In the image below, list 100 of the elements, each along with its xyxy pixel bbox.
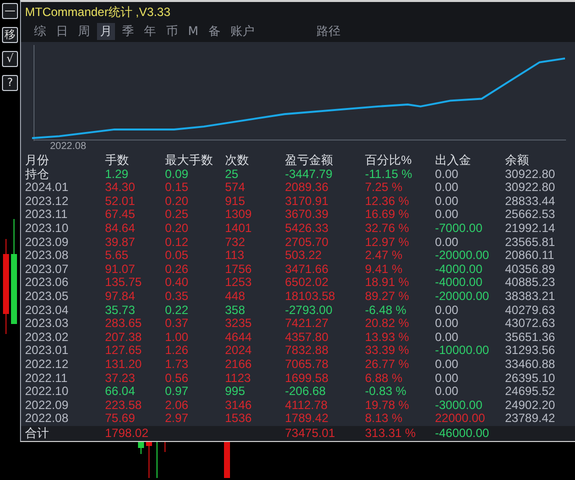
side-button[interactable]: 移 xyxy=(2,27,18,43)
count-cell-text: 113 xyxy=(225,249,246,263)
lots-cell-text: 135.75 xyxy=(105,276,143,290)
count-cell-text: 1756 xyxy=(225,262,253,276)
percent-cell-text: 16.69 % xyxy=(365,208,410,222)
lots-cell-text: 97.84 xyxy=(105,290,136,304)
period-tab[interactable]: 周 xyxy=(75,23,93,40)
percent-cell-text: 18.91 % xyxy=(365,276,410,290)
lots-cell-text: 223.58 xyxy=(105,398,143,412)
lots-cell-text: 84.64 xyxy=(105,222,136,236)
profit-cell-text: 2705.70 xyxy=(285,236,330,250)
period-tab[interactable]: 账户 xyxy=(227,23,258,40)
profit-cell-text: 7065.78 xyxy=(285,358,330,372)
column-header: 最大手数 xyxy=(165,154,214,168)
balance-cell-text: 24902.20 xyxy=(505,398,556,412)
balance-cell-text: 40356.89 xyxy=(505,262,556,276)
count-cell-text: 1253 xyxy=(225,276,253,290)
lots-cell-text: 39.87 xyxy=(105,236,136,250)
count-cell-text: 4644 xyxy=(225,330,253,344)
month-cell-text: 2023.11 xyxy=(25,208,68,222)
period-tab[interactable]: 季 xyxy=(119,23,137,40)
month-cell-text: 2023.07 xyxy=(25,262,70,276)
balance-cell-text: 21992.14 xyxy=(505,222,556,236)
max-lots-cell-text: 0.56 xyxy=(165,372,190,386)
deposit-cell-text: -3000.00 xyxy=(435,398,484,412)
profit-cell-text: 1789.42 xyxy=(285,412,330,426)
max-lots-cell-text: 1.00 xyxy=(165,330,190,344)
lots-cell-text: 52.01 xyxy=(105,194,136,208)
side-button[interactable]: ? xyxy=(2,75,18,91)
percent-cell-text: 6.88 % xyxy=(365,372,404,386)
period-tab[interactable]: 备 xyxy=(205,23,224,40)
count-cell-text: 3235 xyxy=(225,317,253,331)
balance-cell-text: 40279.63 xyxy=(505,304,556,318)
month-cell-text: 2023.08 xyxy=(25,249,70,263)
month-cell-text: 2023.01 xyxy=(25,344,70,358)
profit-cell-text: 503.22 xyxy=(285,249,323,263)
period-tab[interactable]: 月 xyxy=(97,23,115,40)
profit-cell-text: 7421.27 xyxy=(285,317,330,331)
count-cell-text: 2166 xyxy=(225,358,253,372)
deposit-cell-text: -10000.00 xyxy=(435,344,490,358)
column-header: 余额 xyxy=(505,154,530,168)
max-lots-cell-text: 0.05 xyxy=(165,249,190,263)
count-cell-text: 448 xyxy=(225,290,246,304)
max-lots-cell-text: 1.73 xyxy=(165,358,190,372)
balance-cell-text: 30922.80 xyxy=(505,181,556,195)
profit-cell-text: -2793.00 xyxy=(285,304,334,318)
lots-cell-text: 1.29 xyxy=(105,168,130,182)
side-button[interactable]: — xyxy=(2,3,18,19)
max-lots-cell-text: 0.09 xyxy=(165,168,190,182)
month-cell-text: 2022.08 xyxy=(25,412,70,426)
balance-cell-text: 38383.21 xyxy=(505,290,556,304)
profit-cell-text: 18103.58 xyxy=(285,290,336,304)
percent-cell-text: -0.83 % xyxy=(365,385,408,399)
period-tab[interactable]: 路径 xyxy=(313,23,344,40)
period-tab[interactable]: M xyxy=(185,23,202,40)
month-cell-text: 2023.04 xyxy=(25,304,70,318)
period-tab[interactable]: 币 xyxy=(163,23,181,40)
balance-cell-text: 23565.81 xyxy=(505,236,556,250)
lots-cell-text: 5.65 xyxy=(105,249,130,263)
deposit-cell-text: -4000.00 xyxy=(435,276,484,290)
percent-cell-text: 13.93 % xyxy=(365,330,410,344)
period-tab[interactable]: 综 xyxy=(31,23,49,40)
lots-cell-text: 34.30 xyxy=(105,181,136,195)
max-lots-cell-text: 1.26 xyxy=(165,344,190,358)
lots-cell-text: 75.69 xyxy=(105,412,136,426)
max-lots-cell-text: 0.35 xyxy=(165,290,190,304)
month-cell-text: 2023.02 xyxy=(25,330,70,344)
deposit-cell-text: -20000.00 xyxy=(435,290,490,304)
percent-cell-text: 313.31 % xyxy=(365,426,417,441)
profit-cell-text: 73475.01 xyxy=(285,426,336,441)
balance-cell-text: 31293.56 xyxy=(505,344,556,358)
month-cell-text: 2023.03 xyxy=(25,317,70,331)
profit-cell-text: 7832.88 xyxy=(285,344,330,358)
percent-cell-text: 20.82 % xyxy=(365,317,410,331)
lots-cell-text: 283.65 xyxy=(105,317,143,331)
deposit-cell-text: 0.00 xyxy=(435,317,460,331)
side-button[interactable]: √ xyxy=(2,51,18,67)
profit-cell-text: 2089.36 xyxy=(285,181,330,195)
profit-cell-text: 4357.80 xyxy=(285,330,330,344)
count-cell-text: 574 xyxy=(225,181,246,195)
balance-cell-text: 30922.80 xyxy=(505,168,556,182)
period-tab[interactable]: 年 xyxy=(141,23,159,40)
lots-cell-text: 37.23 xyxy=(105,372,136,386)
deposit-cell-text: 0.00 xyxy=(435,330,460,344)
column-header: 手数 xyxy=(105,154,130,168)
percent-cell-text: 12.97 % xyxy=(365,236,410,250)
deposit-cell-text: 0.00 xyxy=(435,236,460,250)
deposit-cell-text: 0.00 xyxy=(435,304,460,318)
percent-cell-text: 32.76 % xyxy=(365,222,410,236)
balance-cell-text: 24695.52 xyxy=(505,385,556,399)
column-header: 盈亏金额 xyxy=(285,154,334,168)
deposit-cell-text: 0.00 xyxy=(435,372,460,386)
count-cell-text: 1309 xyxy=(225,208,253,222)
month-cell-text: 2023.06 xyxy=(25,276,70,290)
count-cell-text: 995 xyxy=(225,385,246,399)
month-cell-text: 2023.10 xyxy=(25,222,70,236)
lots-cell-text: 35.73 xyxy=(105,304,136,318)
deposit-cell-text: 0.00 xyxy=(435,194,460,208)
period-tab[interactable]: 日 xyxy=(53,23,71,40)
max-lots-cell-text: 0.20 xyxy=(165,194,190,208)
